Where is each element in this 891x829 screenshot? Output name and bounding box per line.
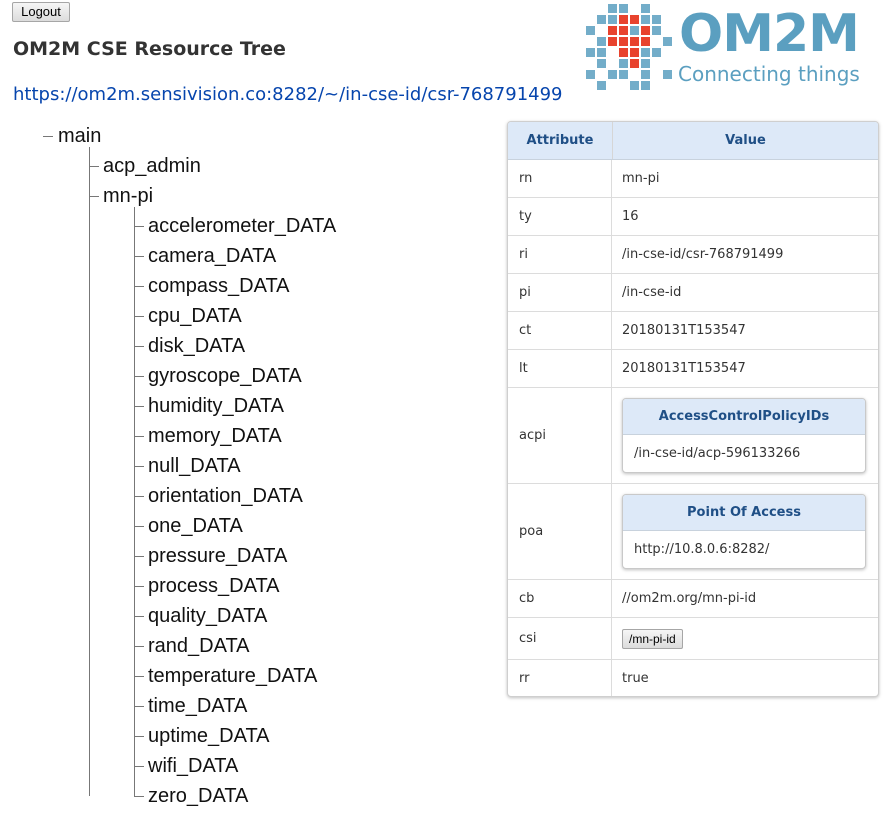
table-row: ri /in-cse-id/csr-768791499 [508,236,878,274]
attr-name: lt [508,350,612,387]
tree-node-orientation-data[interactable]: orientation_DATA [148,485,303,507]
attr-name: ty [508,198,612,235]
table-row: poa Point Of Access http://10.8.0.6:8282… [508,484,878,580]
tree-node-acp-admin[interactable]: acp_admin [103,155,201,177]
table-row: rn mn-pi [508,160,878,198]
poa-box: Point Of Access http://10.8.0.6:8282/ [622,494,866,569]
tree-node-wifi-data[interactable]: wifi_DATA [148,755,238,777]
tree-node-pressure-data[interactable]: pressure_DATA [148,545,287,567]
attr-value: Point Of Access http://10.8.0.6:8282/ [612,484,878,579]
table-row: acpi AccessControlPolicyIDs /in-cse-id/a… [508,388,878,484]
tree-node-mn-pi[interactable]: mn-pi [103,185,153,207]
attr-value: mn-pi [622,171,660,186]
table-row: csi /mn-pi-id [508,618,878,660]
tree-node-memory-data[interactable]: memory_DATA [148,425,282,447]
attr-name: rn [508,160,612,197]
table-row: ty 16 [508,198,878,236]
table-row: ct 20180131T153547 [508,312,878,350]
attr-value: /mn-pi-id [612,618,878,659]
acpi-box: AccessControlPolicyIDs /in-cse-id/acp-59… [622,398,866,473]
logo-tagline: Connecting things [678,62,860,86]
attribute-table: Attribute Value rn mn-pi ty 16 ri /in-cs… [507,121,879,697]
table-row: cb //om2m.org/mn-pi-id [508,580,878,618]
table-row: lt 20180131T153547 [508,350,878,388]
tree-node-quality-data[interactable]: quality_DATA [148,605,267,627]
attr-value: 20180131T153547 [622,323,746,338]
csi-button[interactable]: /mn-pi-id [622,628,683,649]
attr-value: true [622,670,649,686]
attr-name: pi [508,274,612,311]
logo-wordmark: OM2M [679,4,860,64]
value-column-header: Value [725,133,766,148]
attr-name: cb [508,580,612,617]
table-row: rr true [508,660,878,696]
attr-value: 16 [622,209,639,224]
tree-node-accelerometer-data[interactable]: accelerometer_DATA [148,215,336,237]
tree-node-camera-data[interactable]: camera_DATA [148,245,276,267]
attr-name: ct [508,312,612,349]
attr-value: /in-cse-id/csr-768791499 [622,247,784,262]
attr-value: /in-cse-id [622,285,682,300]
tree-node-compass-data[interactable]: compass_DATA [148,275,290,297]
tree-node-gyroscope-data[interactable]: gyroscope_DATA [148,365,302,387]
resource-tree: main acp_admin mn-pi accelerometer_DATAc… [0,0,480,829]
logo-mark-icon [586,4,672,90]
tree-node-null-data[interactable]: null_DATA [148,455,241,477]
tree-node-process-data[interactable]: process_DATA [148,575,280,597]
tree-node-uptime-data[interactable]: uptime_DATA [148,725,270,747]
table-row: pi /in-cse-id [508,274,878,312]
poa-box-title: Point Of Access [623,495,865,531]
attr-name: csi [508,618,612,659]
tree-node-time-data[interactable]: time_DATA [148,695,247,717]
attr-name: rr [508,660,612,696]
tree-node-cpu-data[interactable]: cpu_DATA [148,305,242,327]
attr-value: 20180131T153547 [622,361,746,376]
tree-node-temperature-data[interactable]: temperature_DATA [148,665,317,687]
attr-name: acpi [508,388,612,483]
acpi-box-value: /in-cse-id/acp-596133266 [634,446,801,461]
tree-node-disk-data[interactable]: disk_DATA [148,335,245,357]
attr-value: AccessControlPolicyIDs /in-cse-id/acp-59… [612,388,878,483]
tree-node-one-data[interactable]: one_DATA [148,515,243,537]
poa-box-value: http://10.8.0.6:8282/ [634,542,770,557]
attr-value: //om2m.org/mn-pi-id [622,591,757,606]
attr-name: poa [508,484,612,579]
tree-node-humidity-data[interactable]: humidity_DATA [148,395,284,417]
attribute-column-header: Attribute [508,122,613,159]
tree-node-rand-data[interactable]: rand_DATA [148,635,250,657]
acpi-box-title: AccessControlPolicyIDs [623,399,865,435]
om2m-logo: OM2M Connecting things [582,2,882,92]
tree-node-zero-data[interactable]: zero_DATA [148,785,248,807]
attr-name: ri [508,236,612,273]
table-header: Attribute Value [508,122,878,160]
tree-node-main[interactable]: main [58,125,101,147]
